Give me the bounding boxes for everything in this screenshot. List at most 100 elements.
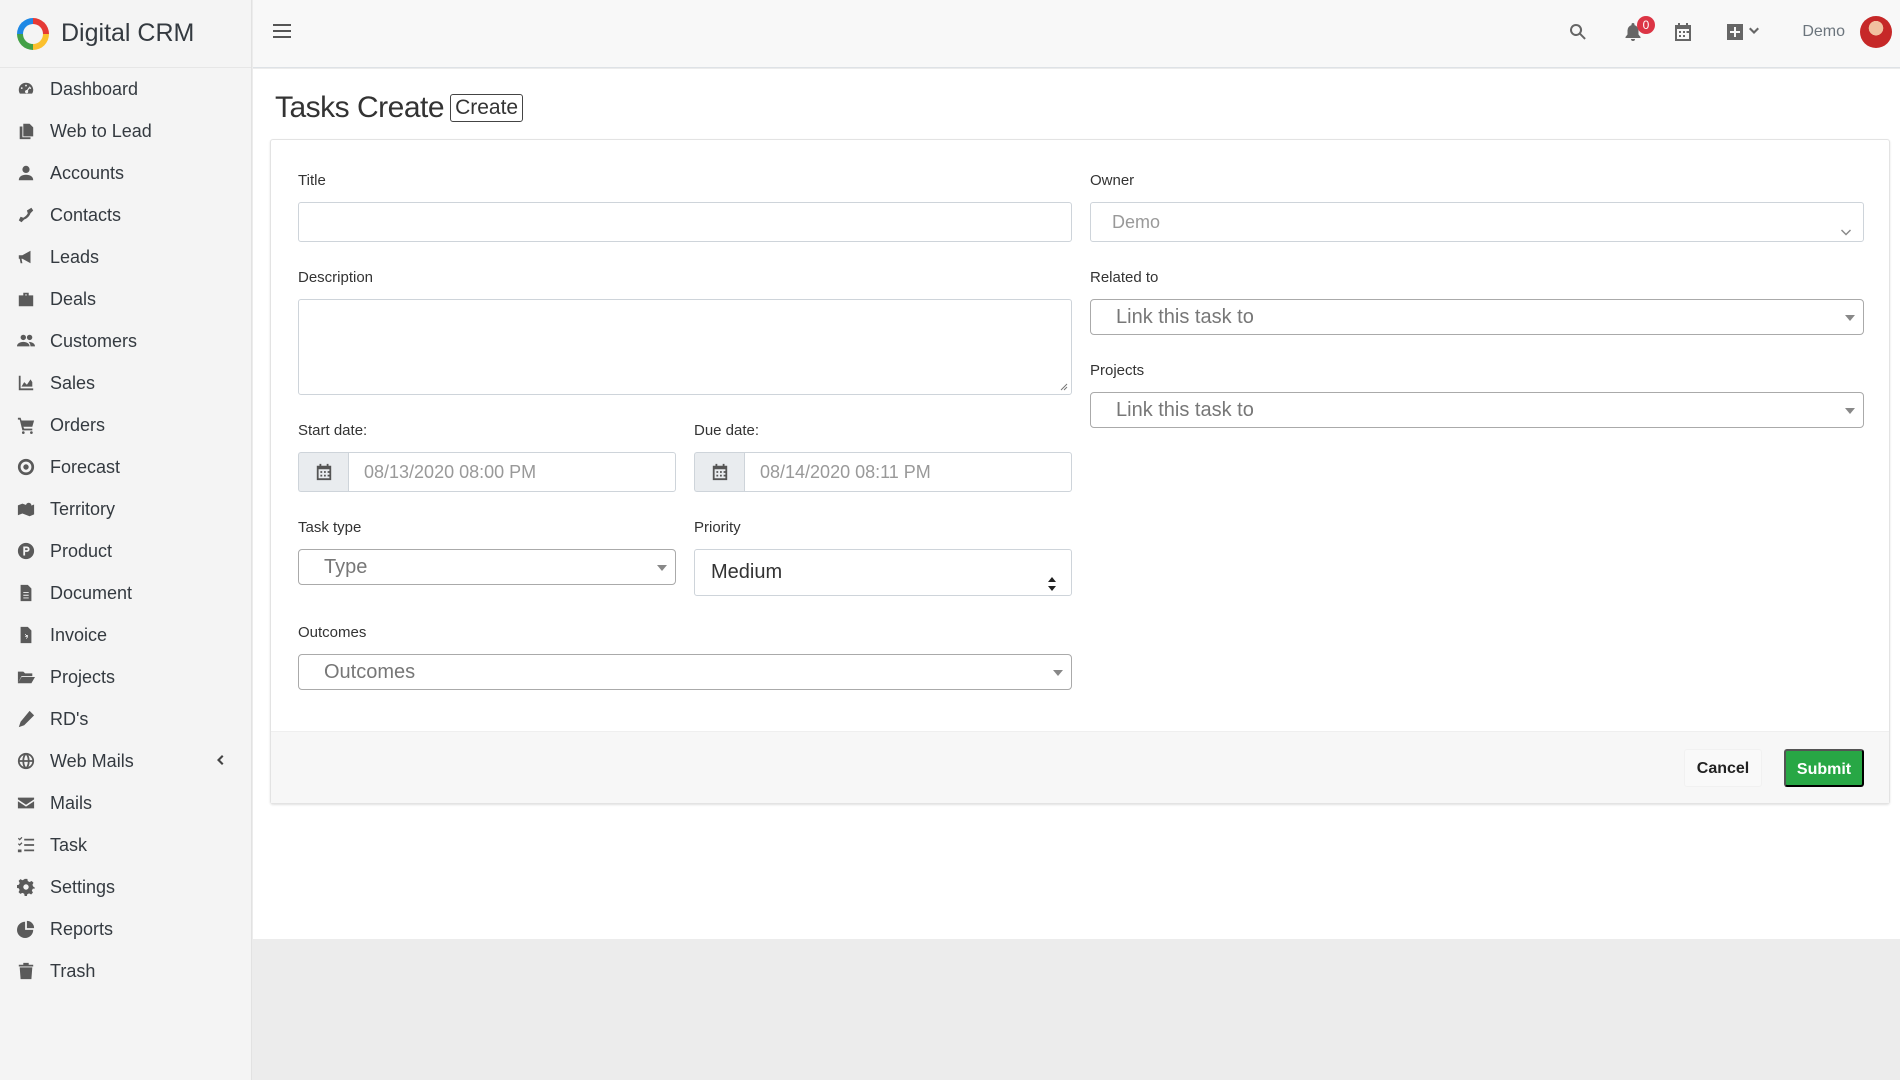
calendar-icon[interactable] bbox=[694, 452, 744, 492]
chevron-down-icon bbox=[1839, 215, 1853, 236]
sidebar-item-settings[interactable]: Settings bbox=[0, 866, 251, 908]
owner-label: Owner bbox=[1090, 172, 1135, 189]
calendar-icon[interactable] bbox=[1673, 22, 1695, 44]
related-to-select[interactable]: Link this task to bbox=[1090, 299, 1864, 335]
owner-select[interactable]: Demo bbox=[1090, 202, 1864, 242]
sidebar-item-web-to-lead[interactable]: Web to Lead bbox=[0, 110, 251, 152]
priority-label: Priority bbox=[694, 519, 741, 536]
caret-down-icon bbox=[1845, 315, 1855, 321]
description-label: Description bbox=[298, 269, 374, 286]
sidebar-item-mails[interactable]: Mails bbox=[0, 782, 251, 824]
user-name[interactable]: Demo bbox=[1802, 23, 1845, 41]
sidebar-item-label: Mails bbox=[50, 792, 93, 813]
sidebar-item-orders[interactable]: Orders bbox=[0, 404, 251, 446]
logo-icon bbox=[17, 17, 49, 50]
sidebar-item-web-mails[interactable]: Web Mails bbox=[0, 740, 251, 782]
projects-select[interactable]: Link this task to bbox=[1090, 392, 1864, 428]
due-date-input[interactable]: 08/14/2020 08:11 PM bbox=[744, 452, 1072, 492]
caret-down-icon bbox=[1053, 670, 1063, 676]
sidebar-item-label: Document bbox=[50, 582, 133, 603]
sidebar-item-dashboard[interactable]: Dashboard bbox=[0, 68, 251, 110]
title-input[interactable] bbox=[298, 202, 1072, 242]
sidebar-item-contacts[interactable]: Contacts bbox=[0, 194, 251, 236]
sidebar-item-projects[interactable]: Projects bbox=[0, 656, 251, 698]
notification-badge: 0 bbox=[1637, 16, 1655, 34]
start-date-label: Start date: bbox=[298, 422, 368, 439]
outcomes-select[interactable]: Outcomes bbox=[298, 654, 1072, 690]
sidebar-item-label: Invoice bbox=[50, 624, 108, 645]
start-date-input[interactable]: 08/13/2020 08:00 PM bbox=[348, 452, 676, 492]
sidebar-item-product[interactable]: Product bbox=[0, 530, 251, 572]
area-chart-icon bbox=[16, 373, 36, 393]
sidebar-item-task[interactable]: Task bbox=[0, 824, 251, 866]
tasks-icon bbox=[16, 835, 36, 855]
priority-value: Medium bbox=[711, 561, 783, 583]
sidebar-nav: Dashboard Web to Lead Accounts Contacts … bbox=[0, 68, 251, 992]
sidebar-item-label: Product bbox=[50, 540, 113, 561]
menu-toggle-icon[interactable] bbox=[271, 20, 295, 44]
due-date-group: 08/14/2020 08:11 PM bbox=[694, 452, 1072, 492]
priority-select[interactable]: Medium bbox=[694, 549, 1072, 596]
add-menu-icon[interactable] bbox=[1725, 22, 1765, 44]
resize-handle-icon[interactable] bbox=[1058, 381, 1068, 391]
sidebar-item-leads[interactable]: Leads bbox=[0, 236, 251, 278]
phone-icon bbox=[16, 205, 36, 225]
sidebar-item-rds[interactable]: RD's bbox=[0, 698, 251, 740]
related-to-placeholder: Link this task to bbox=[1116, 306, 1254, 328]
cancel-button[interactable]: Cancel bbox=[1684, 749, 1762, 787]
sidebar-item-label: Settings bbox=[50, 876, 116, 897]
sidebar-item-label: Web to Lead bbox=[50, 120, 152, 141]
sidebar-item-document[interactable]: Document bbox=[0, 572, 251, 614]
sidebar-item-sales[interactable]: Sales bbox=[0, 362, 251, 404]
submit-button[interactable]: Submit bbox=[1784, 749, 1864, 787]
megaphone-icon bbox=[16, 247, 36, 267]
copy-icon bbox=[16, 121, 36, 141]
description-textarea[interactable] bbox=[298, 299, 1072, 395]
caret-down-icon bbox=[1845, 408, 1855, 414]
task-type-placeholder: Type bbox=[324, 556, 368, 578]
gear-icon bbox=[16, 877, 36, 897]
outcomes-placeholder: Outcomes bbox=[324, 661, 416, 683]
sidebar-item-forecast[interactable]: Forecast bbox=[0, 446, 251, 488]
sidebar-item-deals[interactable]: Deals bbox=[0, 278, 251, 320]
sidebar-item-label: Accounts bbox=[50, 162, 125, 183]
search-icon[interactable] bbox=[1568, 22, 1590, 44]
app-name: Digital CRM bbox=[61, 19, 195, 47]
caret-down-icon bbox=[657, 565, 667, 571]
invoice-icon bbox=[16, 625, 36, 645]
folder-open-icon bbox=[16, 667, 36, 687]
sidebar-item-trash[interactable]: Trash bbox=[0, 950, 251, 992]
sidebar-item-label: Deals bbox=[50, 288, 97, 309]
sidebar-item-invoice[interactable]: Invoice bbox=[0, 614, 251, 656]
sidebar-item-territory[interactable]: Territory bbox=[0, 488, 251, 530]
task-type-label: Task type bbox=[298, 519, 362, 536]
sidebar-item-accounts[interactable]: Accounts bbox=[0, 152, 251, 194]
briefcase-icon bbox=[16, 289, 36, 309]
page-title: Tasks Create bbox=[275, 91, 445, 124]
sidebar-item-label: Forecast bbox=[50, 456, 121, 477]
avatar[interactable] bbox=[1860, 16, 1892, 48]
sidebar-item-customers[interactable]: Customers bbox=[0, 320, 251, 362]
sidebar-item-label: Reports bbox=[50, 918, 114, 939]
related-to-label: Related to bbox=[1090, 269, 1159, 286]
globe-icon bbox=[16, 751, 36, 771]
users-icon bbox=[16, 331, 36, 351]
sidebar-item-label: Orders bbox=[50, 414, 106, 435]
task-type-select[interactable]: Type bbox=[298, 549, 676, 585]
sidebar-item-reports[interactable]: Reports bbox=[0, 908, 251, 950]
sidebar-item-label: Sales bbox=[50, 372, 96, 393]
start-date-group: 08/13/2020 08:00 PM bbox=[298, 452, 676, 492]
sidebar-item-label: Contacts bbox=[50, 204, 122, 225]
calendar-icon[interactable] bbox=[298, 452, 348, 492]
sidebar: Digital CRM Dashboard Web to Lead Accoun… bbox=[0, 0, 252, 1080]
topbar: 0 Demo bbox=[253, 0, 1900, 68]
target-icon bbox=[16, 457, 36, 477]
dashboard-icon bbox=[16, 79, 36, 99]
product-icon bbox=[16, 541, 36, 561]
brand[interactable]: Digital CRM bbox=[0, 0, 251, 68]
chevron-left-icon[interactable] bbox=[213, 753, 229, 769]
sidebar-item-label: Trash bbox=[50, 960, 96, 981]
sidebar-item-label: Territory bbox=[50, 498, 116, 519]
sort-icon bbox=[1047, 564, 1057, 591]
bell-icon[interactable]: 0 bbox=[1623, 16, 1655, 44]
